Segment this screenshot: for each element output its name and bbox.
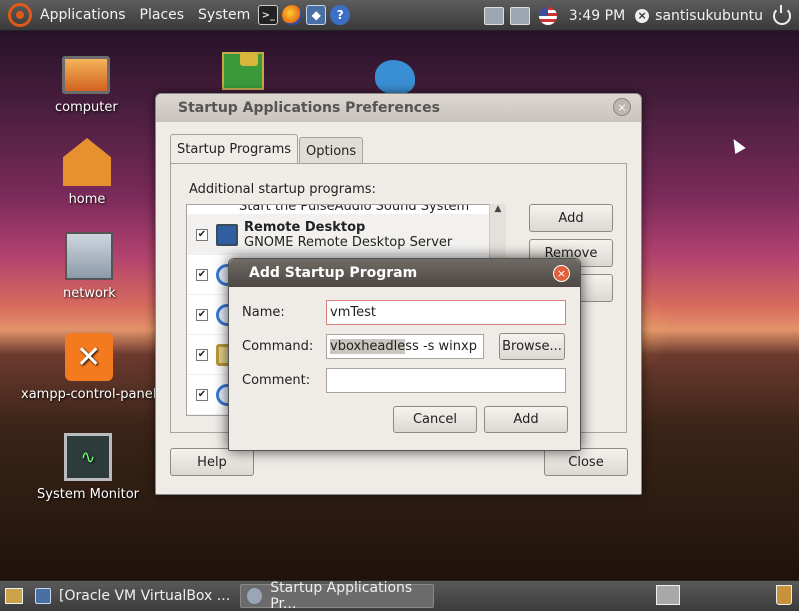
comment-field[interactable] bbox=[326, 368, 566, 393]
mouse-cursor-icon bbox=[728, 135, 746, 155]
window-close-button[interactable]: × bbox=[613, 98, 631, 116]
name-field[interactable] bbox=[326, 300, 566, 325]
dialog-close-button[interactable]: × bbox=[553, 265, 570, 282]
home-folder-icon bbox=[63, 138, 111, 186]
add-button[interactable]: Add bbox=[484, 406, 568, 433]
menu-applications[interactable]: Applications bbox=[40, 7, 126, 23]
window-title: Startup Applications Preferences bbox=[156, 94, 641, 122]
list-item[interactable]: ✔ Remote Desktop GNOME Remote Desktop Se… bbox=[187, 215, 505, 255]
network-icon bbox=[65, 232, 114, 280]
tab-options[interactable]: Options bbox=[299, 137, 364, 165]
help-launcher-icon[interactable]: ? bbox=[330, 5, 351, 25]
ubuntu-logo-icon[interactable] bbox=[8, 3, 32, 27]
add-startup-program-dialog: Add Startup Program × Name: Command: vbo… bbox=[228, 258, 581, 451]
partial-row-text: Start the PulseAudio Sound System bbox=[239, 205, 470, 214]
dialog-title: Add Startup Program bbox=[229, 259, 580, 287]
trash-icon[interactable] bbox=[776, 585, 792, 605]
menu-system[interactable]: System bbox=[198, 7, 250, 23]
xampp-icon: ✕ bbox=[64, 333, 113, 381]
lock-icon bbox=[240, 52, 258, 66]
desktop-icon-label: xampp-control-panel bbox=[21, 387, 157, 402]
enabled-checkbox[interactable]: ✔ bbox=[196, 308, 208, 321]
system-tray: 3:49 PM × santisukubuntu bbox=[481, 0, 799, 31]
taskbar-item-label: Startup Applications Pr... bbox=[270, 580, 413, 611]
desktop-icon-computer[interactable]: computer bbox=[55, 50, 118, 115]
close-button[interactable]: Close bbox=[544, 448, 628, 476]
section-label: Additional startup programs: bbox=[189, 182, 376, 197]
taskbar-item-label: [Oracle VM VirtualBox ... bbox=[59, 588, 231, 604]
cancel-button[interactable]: Cancel bbox=[393, 406, 477, 433]
desktop-icon-label: home bbox=[68, 192, 106, 207]
enabled-checkbox[interactable]: ✔ bbox=[196, 268, 208, 281]
keyboard-layout-flag-icon[interactable] bbox=[538, 6, 557, 25]
firefox-launcher-icon[interactable] bbox=[282, 5, 303, 25]
name-label: Name: bbox=[242, 305, 285, 320]
program-name: Remote Desktop bbox=[244, 219, 366, 235]
desktop-icon-label: network bbox=[63, 286, 116, 301]
desktop-icon-system-monitor[interactable]: ∿ System Monitor bbox=[37, 433, 139, 502]
program-description: GNOME Remote Desktop Server bbox=[244, 234, 453, 250]
startup-apps-icon bbox=[247, 588, 263, 604]
browse-button[interactable]: Browse... bbox=[499, 333, 565, 360]
top-panel: Applications Places System >_ ◆ ? 3:49 P… bbox=[0, 0, 799, 31]
tab-startup-programs[interactable]: Startup Programs bbox=[170, 134, 299, 165]
power-icon[interactable] bbox=[773, 4, 791, 25]
bottom-panel: [Oracle VM VirtualBox ... Startup Applic… bbox=[0, 580, 799, 611]
command-selected-text: vboxheadle bbox=[330, 339, 406, 354]
enabled-checkbox[interactable]: ✔ bbox=[196, 388, 208, 401]
desktop-icon-xampp[interactable]: ✕ xampp-control-panel bbox=[21, 333, 156, 402]
system-monitor-icon: ∿ bbox=[64, 433, 113, 481]
command-label: Command: bbox=[242, 339, 314, 354]
user-status-icon[interactable]: × bbox=[635, 8, 650, 23]
network-status-icon[interactable] bbox=[483, 6, 504, 25]
menu-places[interactable]: Places bbox=[140, 7, 185, 23]
list-item[interactable]: Start the PulseAudio Sound System bbox=[187, 205, 505, 215]
tab-bar: Startup Programs Options bbox=[170, 134, 364, 165]
remote-desktop-icon bbox=[216, 223, 238, 246]
help-button[interactable]: Help bbox=[170, 448, 254, 476]
desktop-icon-network[interactable]: network bbox=[63, 232, 116, 301]
add-program-button[interactable]: Add bbox=[529, 204, 613, 232]
computer-icon bbox=[62, 56, 111, 94]
clock[interactable]: 3:49 PM bbox=[569, 8, 625, 24]
workspace-switcher[interactable] bbox=[656, 585, 680, 605]
scroll-up-icon[interactable]: ▲ bbox=[490, 204, 506, 214]
user-name[interactable]: santisukubuntu bbox=[655, 8, 763, 24]
command-rest-text: ss -s winxp bbox=[405, 339, 477, 354]
enabled-checkbox[interactable]: ✔ bbox=[196, 348, 208, 361]
virtualbox-icon bbox=[35, 588, 51, 604]
mascot-desktop-icon[interactable] bbox=[375, 60, 415, 94]
desktop-icon-label: System Monitor bbox=[37, 487, 140, 502]
taskbar-item-virtualbox[interactable]: [Oracle VM VirtualBox ... bbox=[29, 584, 230, 608]
command-field[interactable]: vboxheadle ss -s winxp bbox=[326, 334, 484, 359]
virtualbox-launcher-icon[interactable]: ◆ bbox=[306, 5, 327, 25]
comment-label: Comment: bbox=[242, 373, 311, 388]
show-desktop-icon[interactable] bbox=[5, 588, 23, 604]
terminal-launcher-icon[interactable]: >_ bbox=[258, 5, 279, 25]
display-status-icon[interactable] bbox=[509, 6, 530, 25]
enabled-checkbox[interactable]: ✔ bbox=[196, 228, 208, 241]
desktop-icon-label: computer bbox=[55, 100, 118, 115]
taskbar-item-startup-apps[interactable]: Startup Applications Pr... bbox=[240, 580, 435, 611]
desktop-icon-home[interactable]: home bbox=[63, 138, 111, 207]
